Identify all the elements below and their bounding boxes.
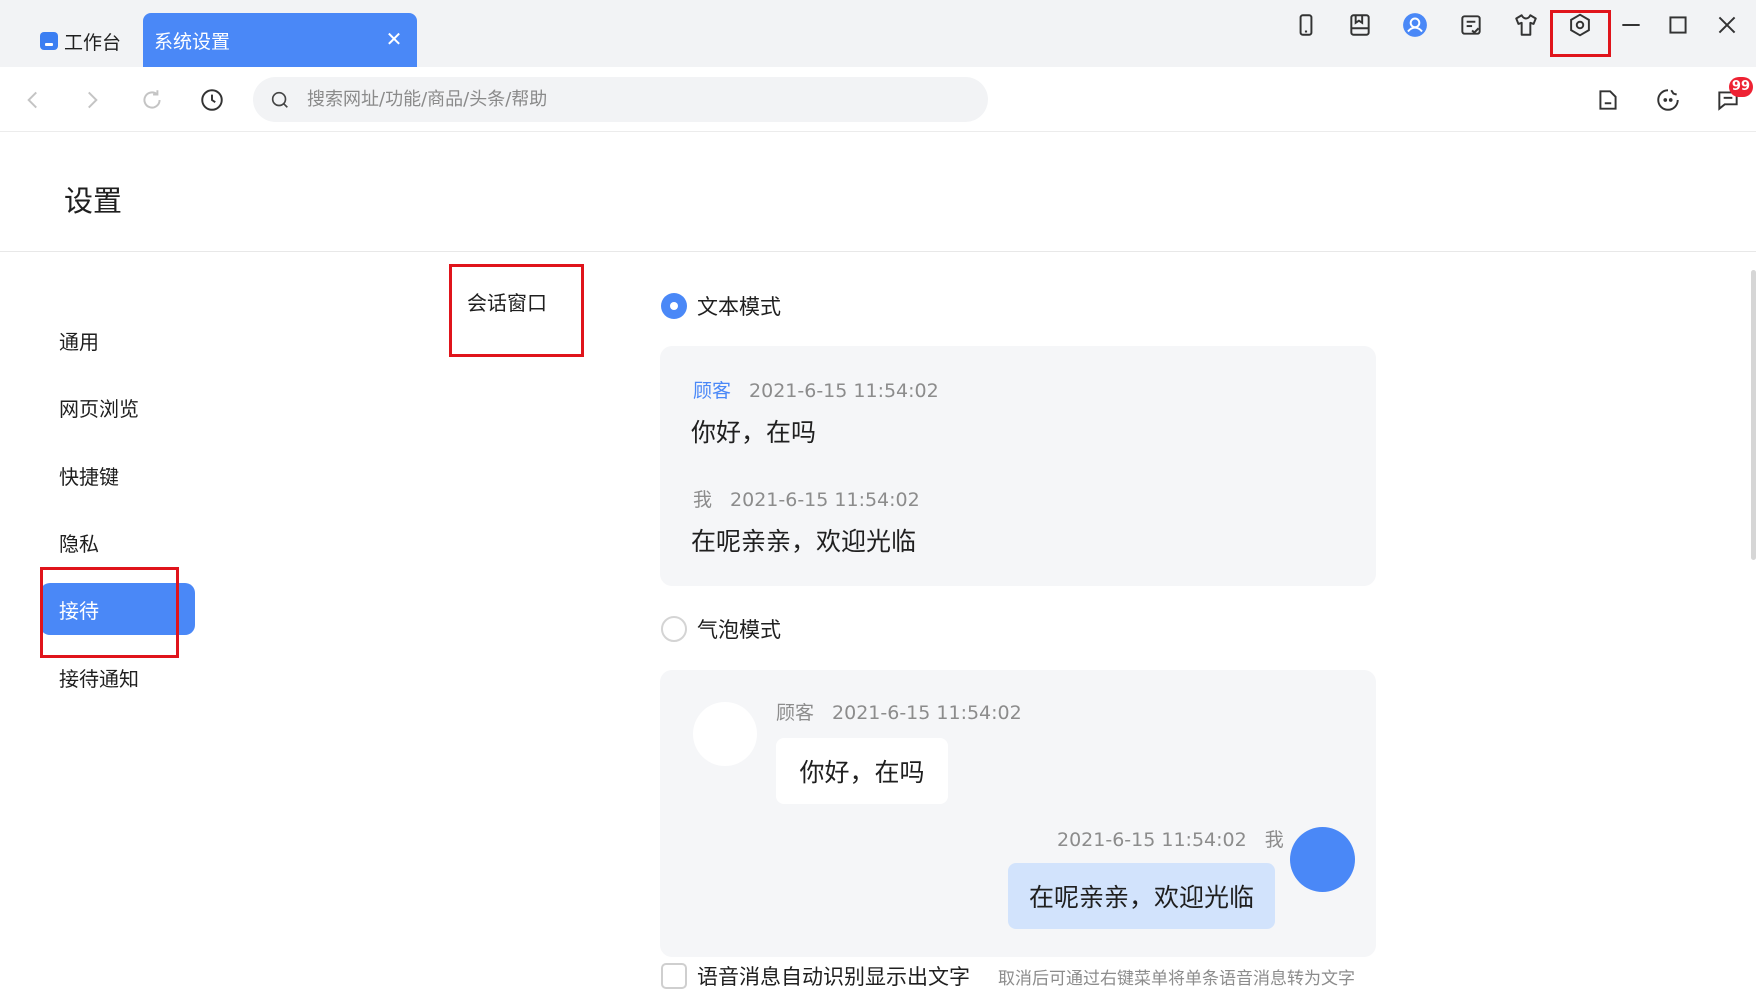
sidebar-item-label: 通用: [59, 329, 99, 354]
text-me-meta: 我 2021-6-15 11:54:02: [693, 485, 920, 512]
minimize-icon[interactable]: [1616, 10, 1646, 40]
message-badge: 99: [1728, 77, 1753, 97]
history-icon[interactable]: [197, 85, 227, 115]
maximize-icon[interactable]: [1663, 10, 1693, 40]
sidebar-item-reception-notice[interactable]: 接待通知: [40, 651, 195, 703]
text-me-name: 我: [693, 489, 713, 511]
tab-workbench[interactable]: 工作台: [40, 26, 121, 56]
address-bar: 99: [0, 67, 1756, 132]
text-mode-label: 文本模式: [697, 295, 781, 319]
sidebar-item-label: 隐私: [59, 531, 99, 556]
tab-system-settings[interactable]: 系统设置 ✕: [143, 13, 417, 67]
bubble-me-name: 我: [1264, 829, 1284, 851]
voice-to-text-checkbox[interactable]: [661, 963, 687, 989]
search-input[interactable]: [307, 89, 927, 110]
sidebar-item-web-browsing[interactable]: 网页浏览: [40, 381, 195, 433]
refresh-icon[interactable]: [137, 85, 167, 115]
tab-system-settings-label: 系统设置: [154, 30, 231, 53]
sidebar-item-label: 接待通知: [59, 666, 139, 691]
sidebar-item-label: 网页浏览: [59, 396, 139, 421]
bubble-me-time: 2021-6-15 11:54:02: [1057, 829, 1247, 851]
text-customer-name: 顾客: [693, 380, 732, 402]
text-me-time: 2021-6-15 11:54:02: [730, 489, 920, 511]
search-box[interactable]: [253, 77, 988, 122]
file-icon[interactable]: [1593, 85, 1623, 115]
highlight-box-reception: [40, 567, 179, 658]
bubble-customer-meta: 顾客 2021-6-15 11:54:02: [776, 698, 1022, 725]
page-scrollbar[interactable]: [1751, 270, 1756, 560]
voice-to-text-option[interactable]: 语音消息自动识别显示出文字 取消后可通过右键菜单将单条语音消息转为文字: [661, 961, 1355, 991]
sidebar-item-shortcuts[interactable]: 快捷键: [40, 449, 195, 501]
phone-icon[interactable]: [1291, 10, 1321, 40]
customer-avatar: [693, 702, 757, 766]
text-me-message: 在呢亲亲，欢迎光临: [691, 527, 917, 556]
tab-close-icon[interactable]: ✕: [383, 28, 405, 50]
highlight-box-chat-window: [449, 264, 584, 357]
bubble-mode-preview: 顾客 2021-6-15 11:54:02 你好，在吗 2021-6-15 11:…: [660, 670, 1376, 957]
bubble-mode-label: 气泡模式: [697, 618, 781, 642]
message-icon[interactable]: 99: [1713, 77, 1753, 115]
bubble-customer-time: 2021-6-15 11:54:02: [832, 702, 1022, 724]
bubble-customer-message: 你好，在吗: [776, 738, 948, 804]
my-avatar: [1290, 827, 1355, 892]
text-customer-time: 2021-6-15 11:54:02: [749, 380, 939, 402]
robot-icon[interactable]: [1653, 85, 1683, 115]
checklist-icon[interactable]: [1456, 10, 1486, 40]
text-mode-option[interactable]: 文本模式: [661, 291, 781, 321]
page-title: 设置: [64, 184, 123, 218]
tab-bar: 工作台 系统设置 ✕: [0, 0, 1756, 67]
sidebar-item-privacy[interactable]: 隐私: [40, 516, 195, 568]
tab-workbench-label: 工作台: [64, 31, 122, 54]
text-customer-message: 你好，在吗: [691, 418, 817, 447]
close-icon[interactable]: [1712, 10, 1742, 40]
text-customer-meta: 顾客 2021-6-15 11:54:02: [693, 376, 939, 403]
search-icon: [271, 91, 288, 108]
bubble-mode-radio[interactable]: [661, 616, 687, 642]
forward-icon[interactable]: [77, 85, 107, 115]
highlight-box-settings: [1550, 10, 1611, 57]
voice-to-text-hint: 取消后可通过右键菜单将单条语音消息转为文字: [998, 968, 1355, 989]
workbench-icon: [40, 32, 58, 50]
text-mode-radio[interactable]: [661, 293, 687, 319]
text-mode-preview: 顾客 2021-6-15 11:54:02 你好，在吗 我 2021-6-15 11…: [660, 346, 1376, 586]
shirt-icon[interactable]: [1511, 10, 1541, 40]
bubble-me-message: 在呢亲亲，欢迎光临: [1008, 863, 1275, 929]
bubble-customer-name: 顾客: [776, 702, 815, 724]
sidebar-item-label: 快捷键: [59, 464, 119, 489]
title-divider: [0, 251, 1756, 252]
sidebar-item-general[interactable]: 通用: [40, 314, 195, 366]
voice-to-text-label: 语音消息自动识别显示出文字: [697, 965, 970, 989]
bubble-me-meta: 2021-6-15 11:54:02 我: [1057, 825, 1284, 852]
bookmark-icon[interactable]: [1345, 10, 1375, 40]
back-icon[interactable]: [18, 85, 48, 115]
bubble-mode-option[interactable]: 气泡模式: [661, 614, 781, 644]
user-circle-icon[interactable]: [1400, 10, 1430, 40]
